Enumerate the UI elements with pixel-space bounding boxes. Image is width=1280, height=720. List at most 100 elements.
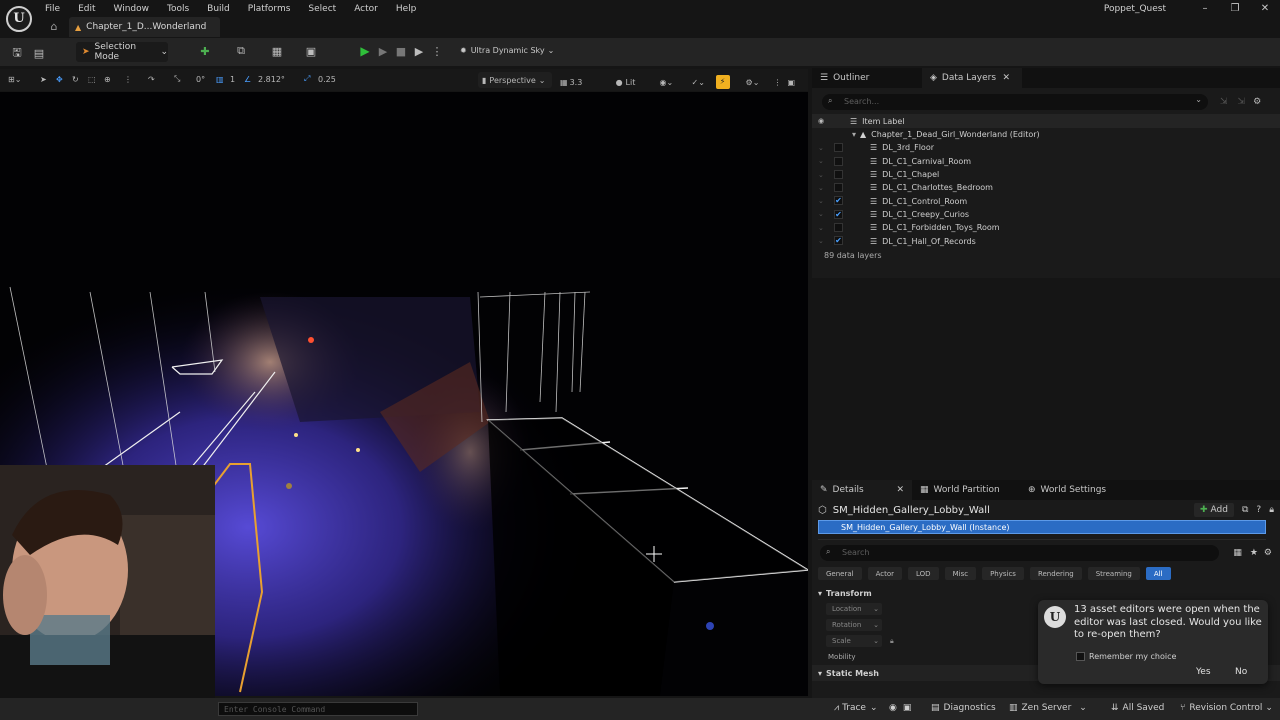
scale-dropdown[interactable]: Scale ⌄: [826, 635, 882, 647]
console-command-input[interactable]: Enter Console Command: [218, 702, 418, 716]
filter-rendering[interactable]: Rendering: [1029, 567, 1082, 580]
data-layer-row[interactable]: ⌄ ☰ DL_C1_Forbidden_Toys_Room: [812, 221, 1280, 234]
surface-snap-icon[interactable]: ↷: [148, 75, 164, 84]
filter-general[interactable]: General: [818, 567, 862, 580]
save-icon[interactable]: 🖫: [8, 44, 26, 63]
visibility-eye-icon[interactable]: ⌄: [818, 197, 824, 205]
modes-icon[interactable]: ▣: [302, 45, 320, 58]
level-tab[interactable]: ▲ Chapter_1_D...Wonderland: [69, 17, 221, 37]
close-tab-icon[interactable]: ✕: [896, 485, 904, 495]
layer-loaded-checkbox[interactable]: ✔: [834, 196, 843, 206]
home-icon[interactable]: ⌂: [45, 18, 63, 36]
layer-loaded-checkbox[interactable]: ✔: [834, 209, 843, 219]
menu-tools[interactable]: Tools: [167, 4, 189, 14]
visibility-eye-icon[interactable]: ⌄: [818, 184, 824, 192]
add-component-button[interactable]: ✚ Add: [1194, 503, 1234, 517]
data-layer-row[interactable]: ⌄ ✔ ☰ DL_C1_Hall_Of_Records: [812, 234, 1280, 247]
stop-icon[interactable]: ■: [392, 45, 410, 58]
camera-speed-value[interactable]: 3.3: [570, 78, 596, 87]
scale-tool-icon[interactable]: ⬚: [88, 75, 104, 84]
minimize-icon[interactable]: –: [1190, 3, 1220, 14]
filter-actor[interactable]: Actor: [867, 567, 903, 580]
scale-snap-value[interactable]: 0.25: [318, 75, 348, 84]
rotate-tool-icon[interactable]: ↻: [72, 75, 88, 84]
zen-server-dropdown[interactable]: ▥ Zen Server ⌄: [1009, 703, 1087, 713]
more-options-icon[interactable]: ⋮: [428, 45, 446, 58]
angle-snap-icon[interactable]: ∠: [244, 75, 258, 84]
actor-name[interactable]: SM_Hidden_Gallery_Lobby_Wall: [833, 505, 990, 516]
realtime-icon[interactable]: ✓⌄: [692, 78, 716, 87]
grid-snap-value[interactable]: 1: [230, 75, 244, 84]
location-dropdown[interactable]: Location ⌄: [826, 603, 882, 615]
checkbox-box[interactable]: [1076, 652, 1085, 661]
filter-physics[interactable]: Physics: [982, 567, 1024, 580]
tab-outliner[interactable]: ☰ Outliner: [812, 68, 922, 88]
layer-loaded-checkbox[interactable]: ✔: [834, 236, 843, 246]
visibility-eye-icon[interactable]: ⌄: [818, 224, 824, 232]
play-icon[interactable]: ▶: [356, 44, 374, 58]
visibility-eye-icon[interactable]: ⌄: [818, 171, 824, 179]
remember-choice-checkbox[interactable]: Remember my choice: [1076, 652, 1176, 661]
settings-gear-icon[interactable]: ⚙: [1264, 548, 1272, 558]
layer-loaded-checkbox[interactable]: [834, 169, 843, 179]
menu-build[interactable]: Build: [207, 4, 230, 14]
visibility-eye-icon[interactable]: ⌄: [818, 144, 824, 152]
settings-gear-icon[interactable]: ⚙⌄: [746, 78, 770, 87]
screenshot-icon[interactable]: ▣: [903, 703, 912, 713]
menu-file[interactable]: File: [45, 4, 60, 14]
no-button[interactable]: No: [1235, 667, 1247, 681]
grid-snap-icon[interactable]: ▥: [216, 75, 230, 84]
selection-mode-dropdown[interactable]: ➤ Selection Mode ⌄: [76, 42, 168, 62]
menu-help[interactable]: Help: [396, 4, 417, 14]
visibility-eye-icon[interactable]: ⌄: [818, 157, 824, 165]
viewport-options-icon[interactable]: ⊞⌄: [8, 75, 32, 84]
rotate-snap-icon[interactable]: ⤡: [174, 74, 196, 84]
blueprint-icon[interactable]: ⧉: [232, 44, 250, 58]
angle-snap-value[interactable]: 2.812°: [258, 75, 294, 84]
viewport-more-icon[interactable]: ⋮: [774, 78, 788, 87]
blueprint-icon[interactable]: ⧉: [1242, 505, 1248, 515]
outliner-root-row[interactable]: ▾ ▲ Chapter_1_Dead_Girl_Wonderland (Edit…: [812, 128, 1280, 141]
close-tab-icon[interactable]: ✕: [1002, 73, 1010, 83]
menu-window[interactable]: Window: [114, 4, 150, 14]
visibility-eye-icon[interactable]: ⌄: [818, 210, 824, 218]
add-actor-icon[interactable]: ✚: [196, 45, 214, 58]
record-icon[interactable]: ◉: [889, 703, 897, 713]
favorite-star-icon[interactable]: ★: [1250, 548, 1258, 558]
rotate-snap-value[interactable]: 0°: [196, 75, 210, 84]
menu-select[interactable]: Select: [308, 4, 336, 14]
help-icon[interactable]: ?: [1256, 505, 1261, 515]
tab-world-partition[interactable]: ▦ World Partition: [912, 480, 1020, 500]
selected-instance-row[interactable]: SM_Hidden_Gallery_Lobby_Wall (Instance): [818, 520, 1266, 534]
show-flags-icon[interactable]: ◉⌄: [660, 78, 684, 87]
tab-world-settings[interactable]: ⊕ World Settings: [1020, 480, 1128, 500]
cinematics-icon[interactable]: ▦: [268, 45, 286, 58]
data-layer-row[interactable]: ⌄ ☰ DL_C1_Carnival_Room: [812, 155, 1280, 168]
data-layer-row[interactable]: ⌄ ☰ DL_3rd_Floor: [812, 141, 1280, 154]
more-icon[interactable]: ⋮: [124, 75, 142, 84]
details-search-input[interactable]: ⌕ Search: [820, 545, 1220, 561]
lit-mode[interactable]: Lit: [626, 78, 652, 87]
select-tool-icon[interactable]: ➤: [40, 75, 56, 84]
visibility-eye-icon[interactable]: ◉: [818, 117, 824, 125]
diagnostics-button[interactable]: ▤ Diagnostics: [931, 703, 996, 713]
layer-loaded-checkbox[interactable]: [834, 183, 843, 193]
layout-icon[interactable]: ▣: [788, 78, 802, 87]
sky-dropdown[interactable]: ✹ Ultra Dynamic Sky ⌄: [460, 46, 554, 55]
layer-loaded-checkbox[interactable]: [834, 223, 843, 233]
outliner-search-input[interactable]: ⌕ Search... ⌄: [822, 94, 1208, 110]
maximize-icon[interactable]: ❐: [1220, 3, 1250, 14]
world-space-icon[interactable]: ⊕: [104, 75, 124, 84]
step-icon[interactable]: ▶: [374, 45, 392, 58]
filter-all[interactable]: All: [1145, 567, 1171, 580]
close-window-icon[interactable]: ✕: [1250, 3, 1280, 14]
transform-section[interactable]: ▾ Transform: [812, 585, 1280, 601]
data-layer-row[interactable]: ⌄ ☰ DL_C1_Charlottes_Bedroom: [812, 181, 1280, 194]
performance-icon[interactable]: ⚡: [715, 75, 730, 89]
filter-lod[interactable]: LOD: [908, 567, 939, 580]
collapse-icon[interactable]: ⇲: [1238, 97, 1246, 107]
trace-dropdown[interactable]: ⩘ Trace ⌄: [834, 703, 878, 713]
visibility-eye-icon[interactable]: ⌄: [818, 237, 824, 245]
unreal-logo-icon[interactable]: U: [6, 6, 32, 32]
revision-control-dropdown[interactable]: ⑂ Revision Control ⌄: [1180, 703, 1273, 713]
